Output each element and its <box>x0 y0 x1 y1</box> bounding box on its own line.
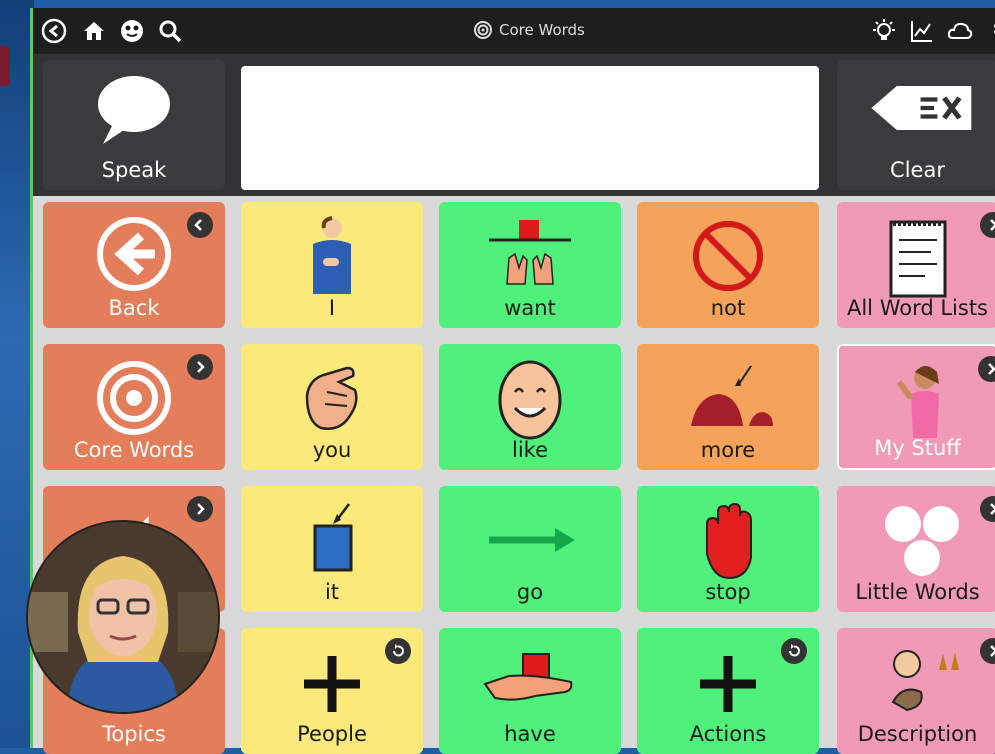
home-icon[interactable] <box>81 18 107 44</box>
cell-label: My Stuff <box>874 436 961 460</box>
my-stuff-button[interactable]: My Stuff <box>837 344 995 470</box>
back-circle-icon[interactable] <box>41 18 67 44</box>
three-circles-icon <box>837 498 995 584</box>
refresh-icon <box>781 638 807 664</box>
actions-button[interactable]: Actions <box>637 628 819 754</box>
word-button-i[interactable]: I <box>241 202 423 328</box>
back-button[interactable]: Back <box>43 202 225 328</box>
folder-arrow-icon <box>187 354 213 380</box>
cell-label: not <box>710 296 746 320</box>
desktop-edge-graphic <box>0 46 10 86</box>
pile-more-icon <box>637 356 819 442</box>
little-words-button[interactable]: Little Words <box>837 486 995 612</box>
word-button-like[interactable]: like <box>439 344 621 470</box>
folder-arrow-icon <box>187 212 213 238</box>
word-button-go[interactable]: go <box>439 486 621 612</box>
description-button[interactable]: Description <box>837 628 995 754</box>
right-arrow-icon <box>439 498 621 584</box>
cell-label: Little Words <box>855 580 980 604</box>
cell-label: you <box>312 438 352 462</box>
cell-label: Actions <box>689 722 767 746</box>
person-pointing-self-icon <box>241 214 423 300</box>
cell-label: All Word Lists <box>846 296 988 320</box>
hand-holding-icon <box>439 640 621 726</box>
girl-waving-icon <box>839 358 995 444</box>
chart-icon[interactable] <box>909 18 935 44</box>
description-faces-icon <box>837 640 995 726</box>
clear-label: Clear <box>890 158 945 182</box>
core-words-icon <box>474 21 492 39</box>
cell-label: want <box>504 296 556 320</box>
lightbulb-icon[interactable] <box>871 18 897 44</box>
word-button-it[interactable]: it <box>241 486 423 612</box>
page-title-text: Core Words <box>499 21 585 39</box>
word-button-not[interactable]: not <box>637 202 819 328</box>
cell-label: stop <box>705 580 751 604</box>
cell-label: Topics <box>102 722 166 746</box>
word-button-more[interactable]: more <box>637 344 819 470</box>
more-icon[interactable] <box>983 18 995 44</box>
word-button-want[interactable]: want <box>439 202 621 328</box>
speech-bubble-icon <box>43 68 225 148</box>
message-bar[interactable] <box>241 66 819 190</box>
clear-button[interactable]: Clear <box>837 60 995 190</box>
word-button-you[interactable]: you <box>241 344 423 470</box>
guide-icon[interactable] <box>119 18 145 44</box>
no-sign-icon <box>637 214 819 300</box>
speak-label: Speak <box>101 158 167 182</box>
cell-label: Core Words <box>73 438 195 462</box>
cell-label: it <box>324 580 340 604</box>
cell-label: I <box>328 296 336 320</box>
page-title: Core Words <box>473 20 585 40</box>
all-word-lists-button[interactable]: All Word Lists <box>837 202 995 328</box>
cell-label: Back <box>108 296 160 320</box>
speak-button[interactable]: Speak <box>43 60 225 190</box>
cell-label: People <box>297 722 367 746</box>
search-icon[interactable] <box>157 18 183 44</box>
refresh-icon <box>385 638 411 664</box>
cell-label: Description <box>857 722 978 746</box>
word-button-have[interactable]: have <box>439 628 621 754</box>
want-hands-icon <box>439 214 621 300</box>
clear-icon <box>837 68 995 148</box>
cell-label: have <box>504 722 556 746</box>
smiling-face-icon <box>439 356 621 442</box>
cell-label: go <box>516 580 544 604</box>
blue-square-icon <box>241 498 423 584</box>
people-button[interactable]: People <box>241 628 423 754</box>
cell-label: like <box>511 438 548 462</box>
word-button-stop[interactable]: stop <box>637 486 819 612</box>
cell-label: more <box>700 438 756 462</box>
notepad-icon <box>837 214 995 300</box>
core-words-button[interactable]: Core Words <box>43 344 225 470</box>
pointing-hand-icon <box>241 356 423 442</box>
presenter-webcam-overlay <box>26 520 220 714</box>
top-toolbar: Core Words <box>33 8 995 54</box>
cloud-icon[interactable] <box>947 18 973 44</box>
stop-hand-icon <box>637 498 819 584</box>
folder-arrow-icon <box>187 496 213 522</box>
